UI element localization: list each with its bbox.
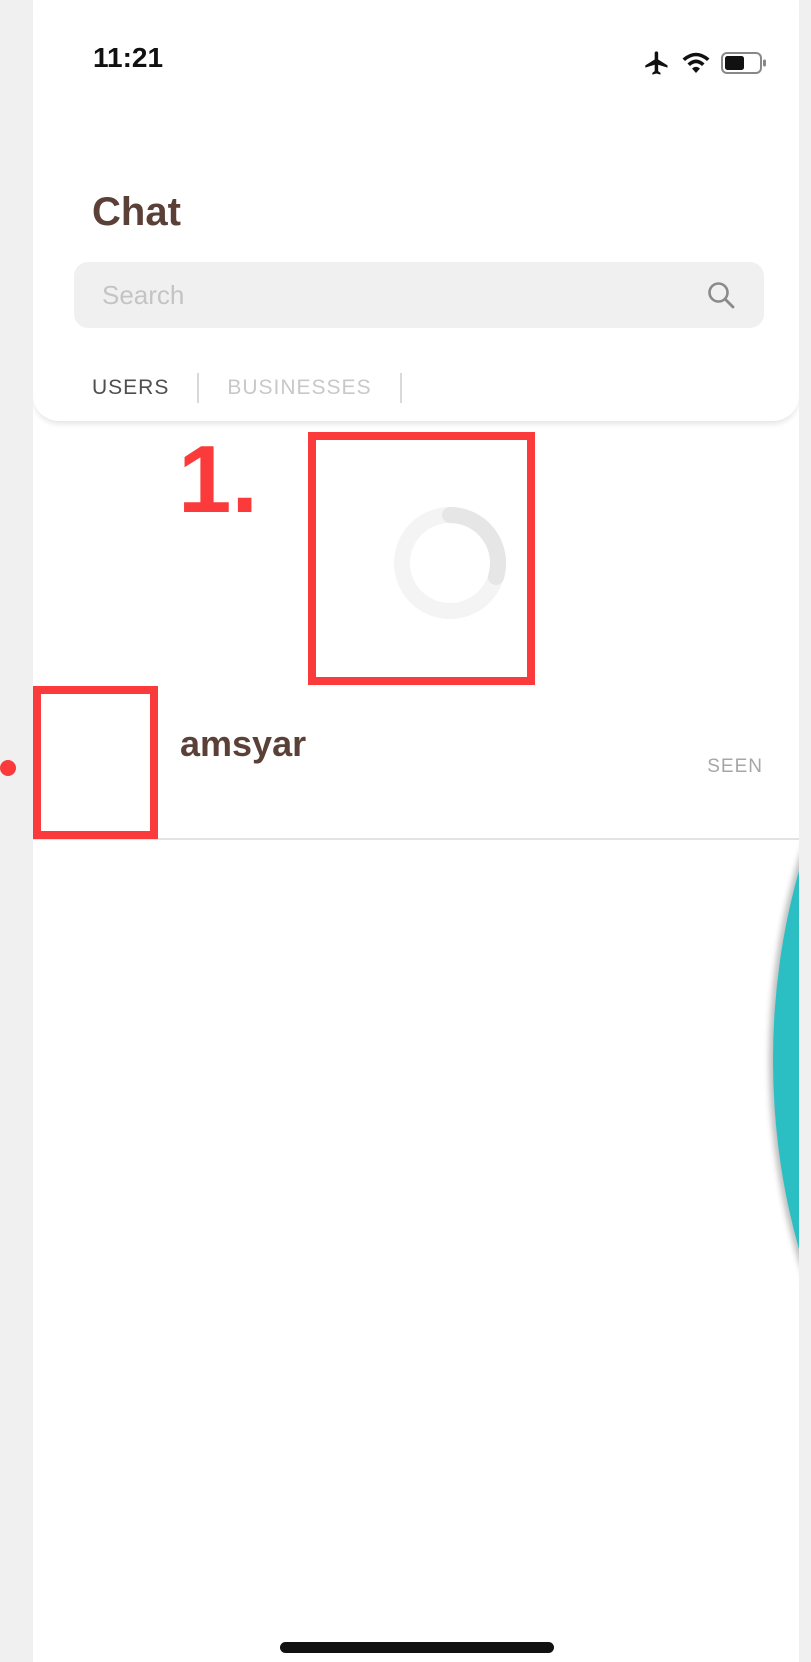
tab-divider bbox=[197, 373, 200, 403]
tab-divider bbox=[399, 373, 402, 403]
annotation-label: 1. bbox=[178, 426, 259, 533]
read-status: SEEN bbox=[707, 756, 763, 777]
annotation-box-spinner bbox=[308, 432, 535, 685]
header-card: 11:21 Chat Search USERS BUSINESSES bbox=[33, 12, 799, 422]
tab-users[interactable]: USERS bbox=[92, 376, 169, 400]
chat-user-name: amsyar bbox=[180, 723, 307, 764]
wifi-icon bbox=[682, 52, 710, 73]
status-time: 11:21 bbox=[93, 42, 164, 73]
home-indicator bbox=[280, 1642, 554, 1653]
tab-bar: USERS BUSINESSES bbox=[92, 370, 430, 406]
status-bar: 11:21 bbox=[33, 12, 799, 92]
search-input[interactable] bbox=[102, 262, 692, 328]
status-icons bbox=[643, 48, 767, 78]
battery-icon bbox=[721, 52, 766, 74]
page-title: Chat bbox=[92, 190, 181, 234]
search-icon[interactable] bbox=[706, 280, 736, 310]
search-bar[interactable] bbox=[74, 262, 764, 328]
tab-businesses[interactable]: BUSINESSES bbox=[227, 376, 371, 400]
annotation-marker bbox=[0, 760, 16, 776]
annotation-box-avatar bbox=[33, 686, 158, 839]
airplane-mode-icon bbox=[645, 51, 668, 75]
